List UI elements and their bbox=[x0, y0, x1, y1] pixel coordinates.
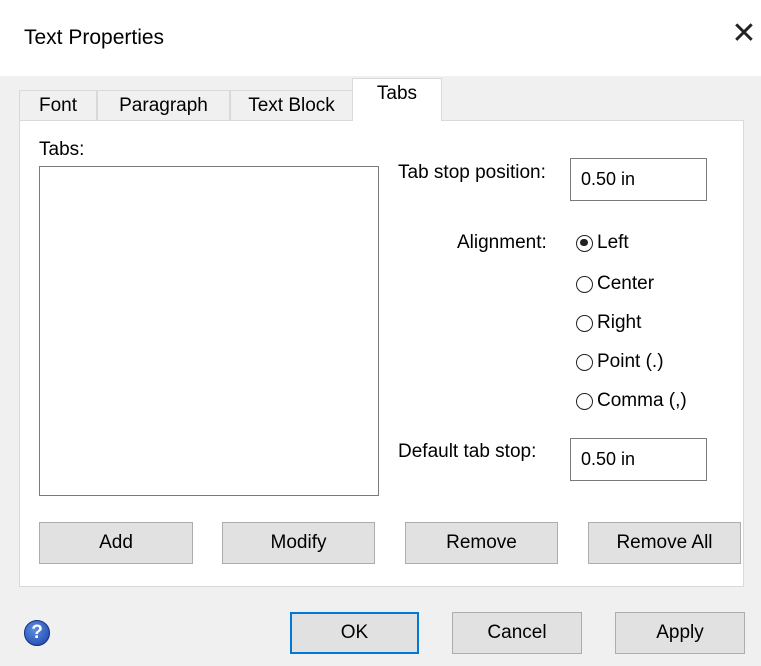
radio-checked-icon bbox=[576, 234, 593, 252]
tab-text-block-label: Text Block bbox=[248, 95, 335, 116]
tab-stop-position-input[interactable]: 0.50 in bbox=[570, 158, 707, 201]
default-tab-stop-label: Default tab stop: bbox=[398, 441, 537, 462]
ok-button[interactable]: OK bbox=[290, 612, 419, 654]
tab-font[interactable]: Font bbox=[19, 90, 97, 120]
tab-text-block[interactable]: Text Block bbox=[230, 90, 353, 120]
tab-paragraph-label: Paragraph bbox=[119, 95, 208, 116]
default-tab-stop-input[interactable]: 0.50 in bbox=[570, 438, 707, 481]
close-icon[interactable]: ✕ bbox=[728, 18, 760, 50]
alignment-label: Alignment: bbox=[457, 232, 547, 253]
text-properties-dialog: Text Properties ✕ Font Paragraph Text Bl… bbox=[0, 0, 761, 666]
add-button[interactable]: Add bbox=[39, 522, 193, 564]
dialog-title: Text Properties bbox=[24, 26, 165, 49]
help-icon[interactable]: ? bbox=[24, 620, 50, 646]
alignment-right-radio[interactable]: Right bbox=[576, 309, 641, 337]
tabs-list-label: Tabs: bbox=[39, 139, 85, 160]
alignment-comma-label: Comma (,) bbox=[597, 390, 687, 411]
alignment-center-radio[interactable]: Center bbox=[576, 270, 654, 298]
tab-paragraph[interactable]: Paragraph bbox=[97, 90, 230, 120]
remove-button[interactable]: Remove bbox=[405, 522, 558, 564]
radio-unchecked-icon bbox=[576, 353, 593, 371]
alignment-right-label: Right bbox=[597, 312, 642, 333]
radio-unchecked-icon bbox=[576, 275, 593, 293]
alignment-left-radio[interactable]: Left bbox=[576, 229, 629, 257]
tab-tabs-label: Tabs bbox=[376, 83, 418, 104]
tab-tabs[interactable]: Tabs bbox=[352, 78, 442, 121]
alignment-point-label: Point (.) bbox=[597, 351, 664, 372]
tab-stop-position-label: Tab stop position: bbox=[398, 162, 546, 183]
alignment-comma-radio[interactable]: Comma (,) bbox=[576, 387, 687, 415]
cancel-button[interactable]: Cancel bbox=[452, 612, 582, 654]
apply-button[interactable]: Apply bbox=[615, 612, 745, 654]
radio-unchecked-icon bbox=[576, 314, 593, 332]
modify-button[interactable]: Modify bbox=[222, 522, 375, 564]
title-bar: Text Properties ✕ bbox=[0, 0, 761, 76]
alignment-left-label: Left bbox=[597, 232, 629, 253]
alignment-center-label: Center bbox=[597, 273, 655, 294]
tab-font-label: Font bbox=[38, 95, 78, 116]
tabs-list[interactable] bbox=[39, 166, 379, 496]
radio-unchecked-icon bbox=[576, 392, 593, 410]
alignment-point-radio[interactable]: Point (.) bbox=[576, 348, 664, 376]
remove-all-button[interactable]: Remove All bbox=[588, 522, 741, 564]
